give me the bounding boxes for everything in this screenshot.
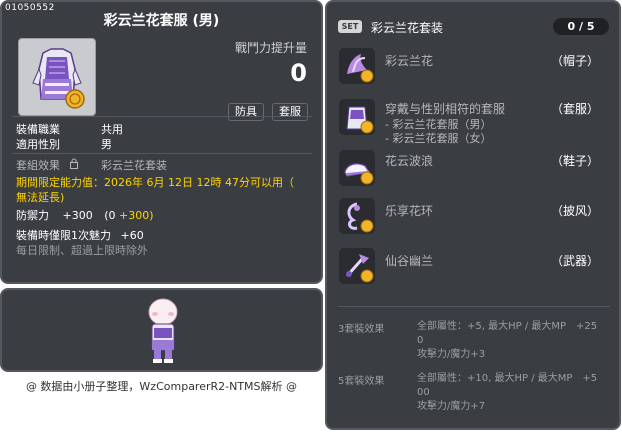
avatar-preview	[0, 288, 323, 372]
set-effect-value: 彩云兰花套装	[101, 159, 167, 172]
limit-note: 每日限制、超過上限時除外	[16, 244, 148, 257]
gender-label: 適用性別	[16, 138, 60, 151]
set-effect-3-text: 全部屬性：+5, 最大HP / 最大MP +25 0 攻擊力/魔力+3	[417, 321, 598, 360]
set-part-slot: （帽子）	[550, 54, 599, 68]
set-part-name: 乐享花环	[385, 204, 434, 218]
set-part-slot: （武器）	[550, 254, 599, 268]
set-part-slot: （鞋子）	[550, 154, 599, 168]
avatar	[148, 298, 178, 363]
overall-icon	[346, 106, 374, 134]
overall-icon	[32, 48, 85, 109]
item-icon-box	[18, 38, 96, 116]
set-effect-3-label: 3套裝效果	[338, 324, 385, 335]
hat-icon	[347, 54, 374, 83]
set-part-overall	[339, 99, 375, 135]
combat-power-value: 0	[290, 59, 307, 87]
cape-icon	[347, 202, 374, 233]
set-effect-label: 套組效果	[16, 159, 60, 172]
job-value: 共用	[101, 123, 123, 136]
lock-icon	[70, 158, 78, 169]
gender-value: 男	[101, 138, 112, 151]
divider	[12, 116, 312, 117]
item-title: 彩云兰花套服 (男)	[103, 13, 220, 29]
set-part-name: 花云波浪	[385, 154, 434, 168]
tag-armor: 防具	[228, 103, 264, 121]
credit-footer: @ 数据由小册子整理，WzComparerR2-NTMS解析 @	[25, 380, 298, 393]
item-tooltip: 01050552 彩云兰花套服 (男) 戰鬥力提升量 0 防具 套服 裝備職業 …	[0, 0, 323, 284]
divider	[12, 153, 312, 154]
set-part-slot: （披风）	[550, 204, 599, 218]
set-effect-5-label: 5套裝效果	[338, 376, 385, 387]
set-part-name: 彩云兰花	[385, 54, 434, 68]
set-panel: SET 彩云兰花套装 0 / 5 彩云兰花 （帽子） 穿戴与性别相符的套服 （套…	[325, 0, 621, 430]
set-part-name: 穿戴与性别相符的套服	[385, 102, 506, 116]
set-title: 彩云兰花套装	[371, 21, 444, 35]
set-effect-5-text: 全部屬性：+10, 最大HP / 最大MP +5 00 攻擊力/魔力+7	[417, 373, 598, 412]
set-part-shoes	[339, 150, 375, 186]
job-label: 裝備職業	[16, 123, 60, 136]
charm-row: 裝備時僅限1次魅力 +60	[16, 229, 144, 242]
expire-label: 期間限定能力值：2026年 6月 12日 12時 47分可以用（	[16, 176, 294, 189]
set-badge: SET	[338, 20, 362, 33]
shoes-icon	[344, 163, 374, 185]
set-part-name: 仙谷幽兰	[385, 254, 434, 268]
weapon-icon	[345, 254, 374, 283]
set-part-weapon	[339, 248, 375, 284]
expire-note: 無法延長)	[16, 191, 65, 204]
set-count: 0 / 5	[553, 18, 609, 35]
set-part-cape	[339, 198, 375, 234]
set-part-hat	[339, 48, 375, 84]
divider	[338, 306, 610, 307]
defense-row: 防禦力 +300 (0 +300)	[16, 209, 154, 222]
combat-power-label: 戰鬥力提升量	[234, 41, 307, 55]
set-part-slot: （套服）	[550, 102, 599, 116]
set-part-subitem: - 彩云兰花套服（女）	[385, 132, 492, 145]
tag-overall: 套服	[272, 103, 308, 121]
